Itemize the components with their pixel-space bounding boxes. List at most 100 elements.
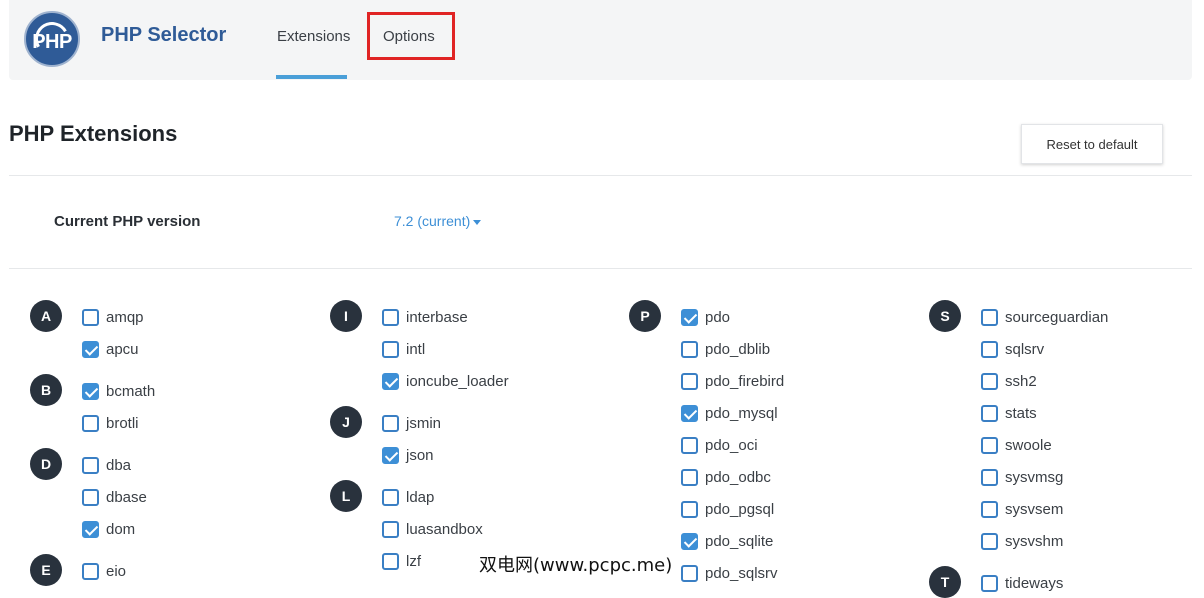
extension-pdo_odbc[interactable]: pdo_odbc xyxy=(681,467,771,487)
extension-pdo_dblib[interactable]: pdo_dblib xyxy=(681,339,770,359)
extension-label: dbase xyxy=(106,488,147,506)
extension-label: tideways xyxy=(1005,574,1064,592)
extension-checkbox[interactable] xyxy=(82,382,99,400)
extension-brotli[interactable]: brotli xyxy=(82,413,139,433)
php-version-value: 7.2 (current) xyxy=(394,213,471,229)
extension-dom[interactable]: dom xyxy=(82,519,135,539)
reset-to-default-button[interactable]: Reset to default xyxy=(1021,124,1163,164)
extension-pdo_firebird[interactable]: pdo_firebird xyxy=(681,371,784,391)
extension-checkbox[interactable] xyxy=(82,340,99,358)
extension-ioncube_loader[interactable]: ioncube_loader xyxy=(382,371,509,391)
extension-jsmin[interactable]: jsmin xyxy=(382,413,441,433)
extension-pdo_sqlite[interactable]: pdo_sqlite xyxy=(681,531,773,551)
extension-checkbox[interactable] xyxy=(681,468,698,486)
extension-checkbox[interactable] xyxy=(382,520,399,538)
letter-badge-i: I xyxy=(330,300,362,332)
extension-checkbox[interactable] xyxy=(681,308,698,326)
extension-label: sysvsem xyxy=(1005,500,1064,518)
extension-checkbox[interactable] xyxy=(82,520,99,538)
extension-label: pdo_dblib xyxy=(705,340,771,358)
extension-checkbox[interactable] xyxy=(681,564,698,582)
extension-label: dba xyxy=(106,456,132,474)
extension-sourceguardian[interactable]: sourceguardian xyxy=(981,307,1108,327)
extension-checkbox[interactable] xyxy=(82,308,99,326)
extension-checkbox[interactable] xyxy=(82,414,99,432)
extension-label: sqlsrv xyxy=(1005,340,1045,358)
extension-tideways[interactable]: tideways xyxy=(981,573,1063,593)
letter-badge-s: S xyxy=(929,300,961,332)
extension-checkbox[interactable] xyxy=(681,436,698,454)
extension-json[interactable]: json xyxy=(382,445,434,465)
extension-interbase[interactable]: interbase xyxy=(382,307,468,327)
extension-checkbox[interactable] xyxy=(981,574,998,592)
extension-sysvsem[interactable]: sysvsem xyxy=(981,499,1063,519)
extension-label: sysvshm xyxy=(1005,532,1064,550)
tab-extensions[interactable]: Extensions xyxy=(277,28,350,45)
extension-checkbox[interactable] xyxy=(681,404,698,422)
extension-swoole[interactable]: swoole xyxy=(981,435,1052,455)
extension-eio[interactable]: eio xyxy=(82,561,126,581)
top-header: PHP PHP Selector Extensions Options xyxy=(9,0,1192,80)
extension-ldap[interactable]: ldap xyxy=(382,487,434,507)
extension-sysvshm[interactable]: sysvshm xyxy=(981,531,1063,551)
extension-label: pdo_firebird xyxy=(705,372,785,390)
letter-badge-e: E xyxy=(30,554,62,586)
extension-checkbox[interactable] xyxy=(681,500,698,518)
extension-checkbox[interactable] xyxy=(981,308,998,326)
extension-sqlsrv[interactable]: sqlsrv xyxy=(981,339,1044,359)
extension-checkbox[interactable] xyxy=(382,488,399,506)
extension-checkbox[interactable] xyxy=(382,414,399,432)
extension-checkbox[interactable] xyxy=(681,532,698,550)
watermark: 双电网(www.pcpc.me) xyxy=(479,551,673,577)
extension-checkbox[interactable] xyxy=(82,562,99,580)
extension-checkbox[interactable] xyxy=(981,340,998,358)
extension-pdo_mysql[interactable]: pdo_mysql xyxy=(681,403,778,423)
page-title: PHP Extensions xyxy=(9,121,178,146)
extension-checkbox[interactable] xyxy=(981,372,998,390)
extension-checkbox[interactable] xyxy=(981,500,998,518)
extension-checkbox[interactable] xyxy=(981,468,998,486)
extension-checkbox[interactable] xyxy=(382,446,399,464)
extension-pdo_sqlsrv[interactable]: pdo_sqlsrv xyxy=(681,563,778,583)
extension-apcu[interactable]: apcu xyxy=(82,339,139,359)
extension-checkbox[interactable] xyxy=(382,340,399,358)
extension-checkbox[interactable] xyxy=(681,340,698,358)
extension-lzf[interactable]: lzf xyxy=(382,551,421,571)
extension-sysvmsg[interactable]: sysvmsg xyxy=(981,467,1063,487)
extension-dbase[interactable]: dbase xyxy=(82,487,147,507)
extension-pdo[interactable]: pdo xyxy=(681,307,730,327)
extension-label: pdo xyxy=(705,308,731,326)
extension-label: json xyxy=(406,446,434,464)
extension-checkbox[interactable] xyxy=(382,552,399,570)
extension-amqp[interactable]: amqp xyxy=(82,307,144,327)
extension-checkbox[interactable] xyxy=(382,372,399,390)
extension-label: dom xyxy=(106,520,136,538)
extension-checkbox[interactable] xyxy=(382,308,399,326)
extension-checkbox[interactable] xyxy=(82,488,99,506)
extension-dba[interactable]: dba xyxy=(82,455,131,475)
extension-stats[interactable]: stats xyxy=(981,403,1037,423)
letter-badge-p: P xyxy=(629,300,661,332)
extension-label: pdo_sqlite xyxy=(705,532,774,550)
php-logo-icon: PHP xyxy=(24,11,80,67)
letter-badge-l: L xyxy=(330,480,362,512)
extension-ssh2[interactable]: ssh2 xyxy=(981,371,1037,391)
extension-pdo_pgsql[interactable]: pdo_pgsql xyxy=(681,499,774,519)
extension-label: sysvmsg xyxy=(1005,468,1064,486)
extension-checkbox[interactable] xyxy=(981,404,998,422)
php-version-dropdown[interactable]: 7.2 (current) xyxy=(394,213,482,229)
php-version-label: Current PHP version xyxy=(54,213,201,230)
extension-checkbox[interactable] xyxy=(981,532,998,550)
extension-label: luasandbox xyxy=(406,520,483,538)
extension-checkbox[interactable] xyxy=(681,372,698,390)
extension-checkbox[interactable] xyxy=(981,436,998,454)
extension-label: pdo_mysql xyxy=(705,404,778,422)
extension-bcmath[interactable]: bcmath xyxy=(82,381,155,401)
extension-pdo_oci[interactable]: pdo_oci xyxy=(681,435,758,455)
extension-checkbox[interactable] xyxy=(82,456,99,474)
extension-label: ssh2 xyxy=(1005,372,1037,390)
extension-luasandbox[interactable]: luasandbox xyxy=(382,519,483,539)
active-tab-indicator xyxy=(276,75,347,79)
extension-intl[interactable]: intl xyxy=(382,339,425,359)
extension-label: bcmath xyxy=(106,382,156,400)
